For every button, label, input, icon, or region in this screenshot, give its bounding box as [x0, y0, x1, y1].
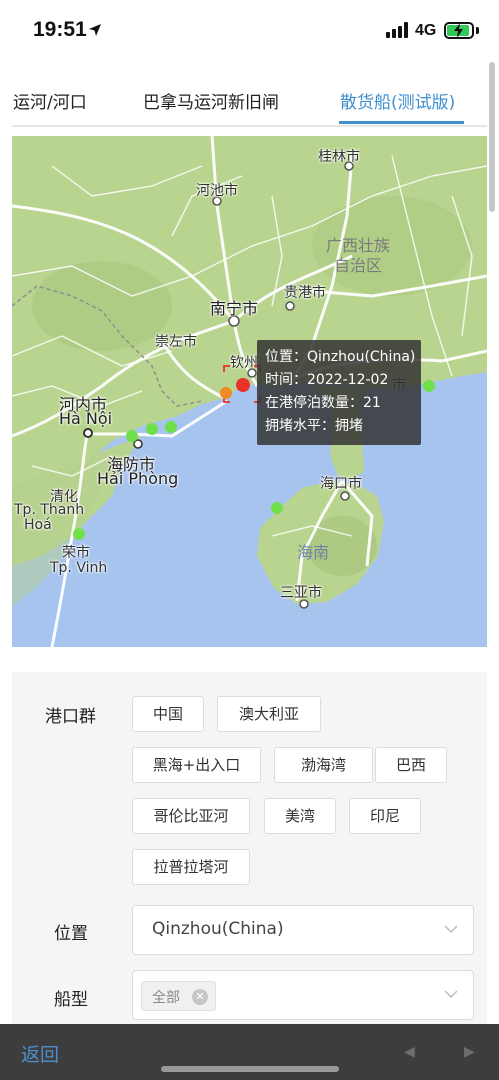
port-marker-normal[interactable]: [73, 528, 85, 540]
port-group-chip-columbia-river[interactable]: 哥伦比亚河: [132, 798, 250, 834]
port-marker-moderate[interactable]: [220, 387, 232, 399]
location-arrow-icon: [89, 24, 101, 36]
port-marker-normal[interactable]: [165, 421, 177, 433]
tab-canal-estuary[interactable]: 运河/河口: [13, 88, 87, 113]
location-label: 位置: [54, 924, 88, 944]
tag-close-icon[interactable]: ✕: [192, 989, 208, 1005]
page-scrollbar[interactable]: [489, 62, 495, 212]
nav-forward-arrow-icon[interactable]: ▶: [464, 1044, 475, 1060]
bottom-bar: 返回 ◀ ▶: [0, 1024, 499, 1080]
network-type: 4G: [415, 22, 437, 39]
tab-bar: 运河/河口 巴拿马运河新旧闸 散货船(测试版): [0, 70, 499, 127]
cellular-signal-icon: [386, 22, 410, 38]
chevron-down-icon: [444, 925, 458, 934]
port-group-chip-la-plata[interactable]: 拉普拉塔河: [132, 849, 250, 885]
port-group-chip-us-gulf[interactable]: 美湾: [264, 798, 336, 834]
nav-back-arrow-icon[interactable]: ◀: [404, 1044, 415, 1060]
tooltip-congestion: 拥堵水平：拥堵: [265, 418, 363, 434]
chevron-down-icon: [444, 990, 458, 999]
ship-type-tag: 全部 ✕: [141, 981, 216, 1011]
home-indicator: [161, 1066, 339, 1072]
port-marker-normal[interactable]: [271, 502, 283, 514]
ship-type-select[interactable]: 全部 ✕: [132, 970, 474, 1020]
port-group-chip-australia[interactable]: 澳大利亚: [217, 696, 321, 732]
tooltip-location: 位置：Qinzhou(China): [265, 349, 416, 365]
port-map[interactable]: 桂林市 河池市 广西壮族 自治区 贵港市 南宁市 崇左市 钦州 市 河内市 Hà…: [12, 136, 487, 647]
status-bar: 19:51 4G: [0, 0, 499, 62]
active-tab-indicator: [339, 121, 464, 124]
tab-bulk-carrier[interactable]: 散货船(测试版): [340, 88, 455, 113]
port-group-chip-china[interactable]: 中国: [132, 696, 204, 732]
port-group-chip-indonesia[interactable]: 印尼: [349, 798, 421, 834]
location-select-value: Qinzhou(China): [152, 919, 284, 939]
tooltip-time: 时间：2022-12-02: [265, 372, 389, 388]
tooltip-berth-count: 在港停泊数量：21: [265, 395, 381, 411]
tab-panama-canal-locks[interactable]: 巴拿马运河新旧闸: [143, 88, 279, 113]
ship-type-label: 船型: [54, 990, 88, 1010]
back-button[interactable]: 返回: [21, 1040, 59, 1067]
port-group-chip-bohai-bay[interactable]: 渤海湾: [274, 747, 373, 783]
battery-cap: [476, 27, 479, 34]
port-marker-normal[interactable]: [126, 430, 138, 442]
port-marker-qinzhou-congested[interactable]: [236, 378, 250, 392]
location-select[interactable]: Qinzhou(China): [132, 905, 474, 955]
ship-type-tag-label: 全部: [152, 990, 180, 1006]
port-group-label: 港口群: [45, 707, 96, 727]
filter-panel: 港口群 中国 澳大利亚 黑海+出入口 渤海湾 巴西 哥伦比亚河 美湾 印尼 拉普…: [12, 672, 487, 1032]
status-time: 19:51: [33, 18, 87, 41]
port-tooltip: 位置：Qinzhou(China) 时间：2022-12-02 在港停泊数量：2…: [257, 340, 421, 445]
charging-bolt-icon: [454, 23, 463, 38]
tab-divider: [12, 125, 487, 127]
port-group-chip-brazil[interactable]: 巴西: [375, 747, 447, 783]
port-marker-normal[interactable]: [146, 423, 158, 435]
port-group-chip-black-sea[interactable]: 黑海+出入口: [132, 747, 261, 783]
port-marker-normal[interactable]: [423, 380, 435, 392]
